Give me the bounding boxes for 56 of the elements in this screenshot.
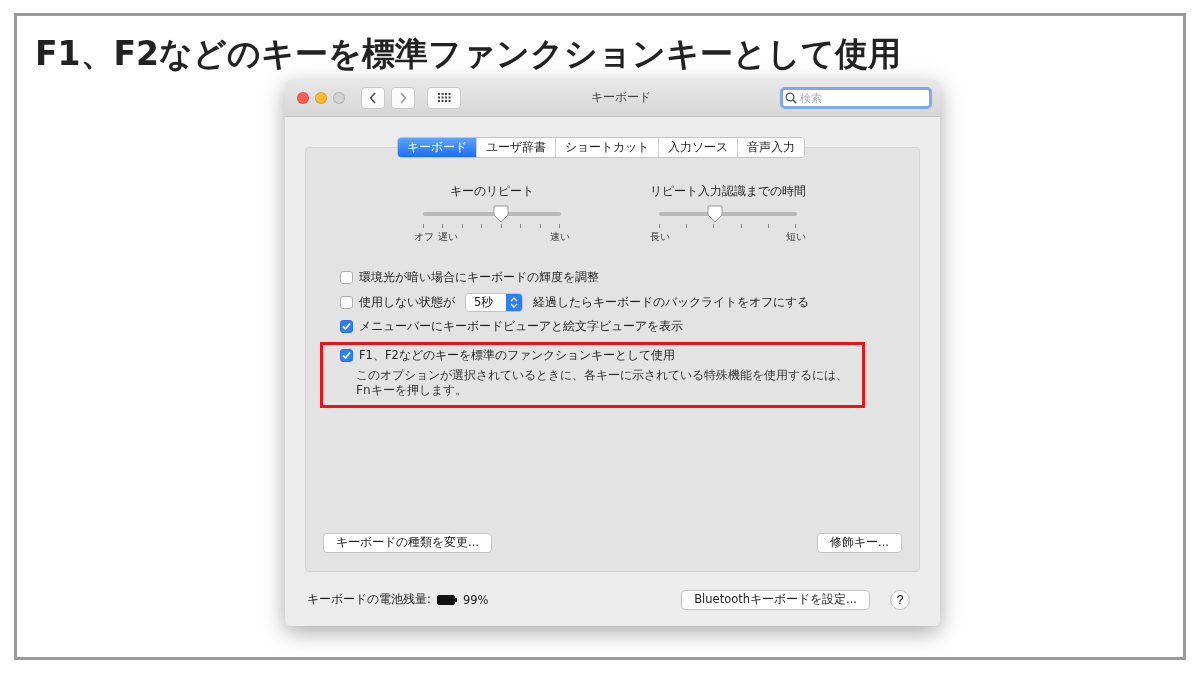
search-field[interactable]: 検索 bbox=[780, 86, 932, 109]
tick-label: オフ bbox=[413, 229, 434, 244]
stepper-icon[interactable] bbox=[506, 293, 522, 311]
checkbox[interactable] bbox=[340, 271, 353, 285]
tick-mark bbox=[442, 223, 444, 228]
search-icon bbox=[785, 91, 797, 104]
battery-reading: 99% bbox=[462, 592, 489, 607]
tick-mark bbox=[685, 223, 687, 228]
battery-label: キーボードの電池残量: bbox=[307, 592, 431, 608]
page-heading: F1、F2などのキーを標準ファンクションキーとして使用 bbox=[35, 34, 902, 74]
minimize-button[interactable] bbox=[315, 91, 327, 104]
forward-button[interactable] bbox=[391, 86, 415, 109]
checkbox[interactable] bbox=[340, 320, 353, 334]
option-description: このオプションが選択されているときに、各キーに示されている特殊機能を使用するには、Fnキーを押します。 bbox=[356, 367, 849, 399]
option-label: 使用しない状態が bbox=[359, 294, 455, 310]
chevron-right-icon bbox=[399, 91, 407, 104]
tick-mark bbox=[539, 223, 541, 228]
duration-select[interactable]: 5秒 bbox=[465, 292, 523, 312]
option-label: 環境光が暗い場合にキーボードの輝度を調整 bbox=[359, 270, 599, 286]
checkbox[interactable] bbox=[340, 295, 353, 309]
tick-label: 短い bbox=[785, 229, 806, 244]
tab[interactable]: 音声入力 bbox=[737, 137, 804, 157]
zoom-button[interactable] bbox=[333, 91, 345, 104]
help-button[interactable]: ? bbox=[890, 589, 910, 610]
slider-label: キーのリピート bbox=[449, 183, 534, 199]
option-label: F1、F2などのキーを標準のファンクションキーとして使用 bbox=[359, 348, 675, 364]
slider-thumb[interactable] bbox=[493, 204, 510, 223]
chevron-left-icon bbox=[369, 91, 377, 104]
tick-mark bbox=[795, 223, 797, 228]
tick-mark bbox=[481, 223, 483, 228]
back-button[interactable] bbox=[361, 86, 385, 109]
show-all-button[interactable] bbox=[427, 86, 461, 109]
option-label: 経過したらキーボードのバックライトをオフにする bbox=[533, 294, 809, 310]
panel-button[interactable]: キーボードの種類を変更... bbox=[323, 532, 492, 553]
tick-mark bbox=[740, 223, 742, 228]
tick-mark bbox=[520, 223, 522, 228]
slider-thumb[interactable] bbox=[707, 204, 724, 223]
tick-mark bbox=[559, 223, 561, 228]
tick-label: 長い bbox=[649, 229, 670, 244]
slider-label: リピート入力認識までの時間 bbox=[649, 183, 806, 199]
window-title: キーボード bbox=[589, 89, 652, 107]
tick-mark bbox=[422, 223, 424, 228]
tick-label: 遅い bbox=[437, 229, 458, 244]
tick-mark bbox=[658, 223, 660, 228]
bluetooth-setup-button[interactable]: Bluetoothキーボードを設定... bbox=[681, 589, 870, 610]
tick-mark bbox=[713, 223, 715, 228]
tick-mark bbox=[461, 223, 463, 228]
tick-label: 速い bbox=[549, 229, 570, 244]
battery-icon bbox=[436, 594, 457, 605]
tick-mark bbox=[500, 223, 502, 228]
grid-icon bbox=[437, 93, 451, 103]
tick-mark bbox=[768, 223, 770, 228]
checkbox[interactable] bbox=[340, 349, 353, 363]
option-label: メニューバーにキーボードビューアと絵文字ビューアを表示 bbox=[359, 319, 683, 335]
close-button[interactable] bbox=[297, 91, 309, 104]
panel-button[interactable]: 修飾キー... bbox=[817, 532, 902, 553]
